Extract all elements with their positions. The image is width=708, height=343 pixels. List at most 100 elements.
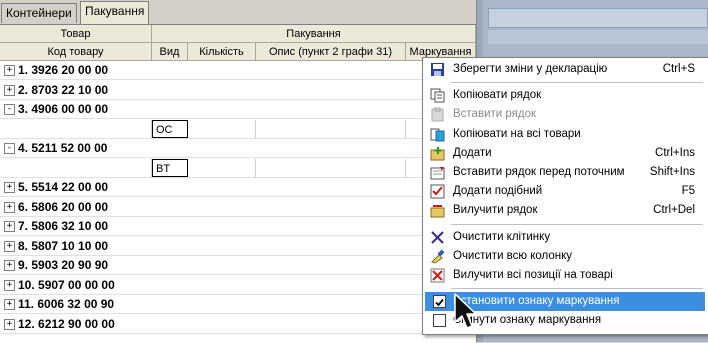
product-code: 6. 5806 20 00 00 xyxy=(18,199,109,214)
table-row[interactable]: +2. 8703 22 10 00 xyxy=(0,81,476,100)
expand-toggle[interactable]: + xyxy=(4,65,15,76)
cell-code[interactable] xyxy=(0,158,152,177)
menu-item-label: Додати xyxy=(453,146,492,159)
product-code: 1. 3926 20 00 00 xyxy=(18,63,109,77)
menu-item-shortcut: Ctrl+Del xyxy=(653,204,695,217)
menu-item-label: Додати подібний xyxy=(453,185,543,198)
column-header-type[interactable]: Вид xyxy=(152,43,188,61)
expand-toggle[interactable]: + xyxy=(4,260,15,271)
table-row[interactable]: -4. 5211 52 00 00 xyxy=(0,139,476,158)
expand-toggle[interactable]: + xyxy=(4,279,15,291)
product-code: 11. 6006 32 00 90 xyxy=(18,297,115,311)
menu-item-label: Вставити рядок перед поточним xyxy=(453,166,625,178)
table-row[interactable]: +8. 5807 10 10 00 xyxy=(0,237,476,256)
product-code: 3. 4906 00 00 00 xyxy=(18,102,109,116)
expand-toggle[interactable]: + xyxy=(4,182,15,193)
paste-icon xyxy=(430,107,445,122)
expand-toggle[interactable]: + xyxy=(4,240,15,252)
product-code: 4. 5211 52 00 00 xyxy=(18,141,108,155)
packaging-subrow[interactable]: BT xyxy=(0,158,476,178)
menu-item-shortcut: Ctrl+Ins xyxy=(655,146,695,159)
column-header-quantity[interactable]: Кількість xyxy=(188,43,256,61)
menu-item-label: Вилучити рядок xyxy=(453,204,538,217)
header-group-packaging: Пакування xyxy=(152,25,476,43)
table-row[interactable]: +10. 5907 00 00 00 xyxy=(0,276,476,295)
menu-item-label: Копіювати рядок xyxy=(453,89,542,102)
table-row[interactable]: +7. 5806 32 10 00 xyxy=(0,217,476,236)
menu-item-label: Вилучити всі позиції на товарі xyxy=(453,269,613,281)
insert-before-icon xyxy=(430,165,445,180)
product-code: 9. 5903 20 90 90 xyxy=(18,258,109,272)
menu-item-remove-all[interactable]: Вилучити всі позиції на товарі xyxy=(425,266,705,285)
clear-cell-icon xyxy=(430,230,445,245)
checkbox-empty-icon xyxy=(433,314,446,328)
checkbox-checked-icon xyxy=(433,295,446,309)
menu-separator xyxy=(451,288,703,290)
clear-column-icon xyxy=(430,249,445,264)
menu-item-paste[interactable]: Вставити рядок xyxy=(425,105,705,124)
product-code: 10. 5907 00 00 00 xyxy=(18,277,115,292)
table-row[interactable]: +11. 6006 32 00 90 xyxy=(0,295,476,314)
background-toolbar-secondary xyxy=(488,30,708,44)
menu-item-delete-row[interactable]: Вилучити рядок Ctrl+Del xyxy=(425,201,705,220)
cell-code[interactable] xyxy=(0,119,152,138)
product-code: 2. 8703 22 10 00 xyxy=(18,82,109,97)
copy-icon xyxy=(430,88,445,103)
copy-all-icon xyxy=(430,127,445,142)
menu-item-clear-cell[interactable]: Очистити клітинку xyxy=(425,228,705,247)
menu-item-label: Очистити клітинку xyxy=(453,230,551,243)
menu-item-add[interactable]: Додати Ctrl+Ins xyxy=(425,144,705,163)
tab-packaging[interactable]: Пакування xyxy=(80,1,150,24)
menu-item-shortcut: Shift+Ins xyxy=(649,166,695,178)
menu-item-label: Вставити рядок xyxy=(453,108,537,121)
table-row[interactable]: -3. 4906 00 00 00 xyxy=(0,100,476,119)
cell-quantity[interactable] xyxy=(188,119,256,138)
menu-item-label: Копіювати на всі товари xyxy=(453,127,581,140)
expand-toggle[interactable]: + xyxy=(4,221,15,232)
product-code: 8. 5807 10 10 00 xyxy=(18,238,109,253)
menu-item-shortcut: Ctrl+S xyxy=(662,63,695,75)
expand-toggle[interactable]: + xyxy=(4,318,15,330)
expand-toggle[interactable]: + xyxy=(4,299,15,310)
tab-containers[interactable]: Контейнери xyxy=(1,3,77,23)
column-header-description[interactable]: Опис (пункт 2 графи 31) xyxy=(256,43,406,61)
menu-item-label: Зберегти зміни у декларацію xyxy=(453,63,608,75)
menu-item-save[interactable]: Зберегти зміни у декларацію Ctrl+S xyxy=(425,60,705,79)
collapse-toggle[interactable]: - xyxy=(4,143,15,154)
table-row[interactable]: +9. 5903 20 90 90 xyxy=(0,256,476,275)
expand-toggle[interactable]: + xyxy=(4,84,15,96)
packaging-subrow[interactable]: OC xyxy=(0,119,476,139)
menu-separator xyxy=(451,82,703,84)
menu-item-add-similar[interactable]: Додати подібний F5 xyxy=(425,182,705,201)
table-row[interactable]: +5. 5514 22 00 00 xyxy=(0,178,476,197)
table-row[interactable]: +6. 5806 20 00 00 xyxy=(0,198,476,217)
column-header-code[interactable]: Код товару xyxy=(0,43,152,61)
cell-quantity[interactable] xyxy=(188,158,256,177)
cell-description[interactable] xyxy=(256,119,406,138)
delete-row-icon xyxy=(430,203,445,218)
cell-description[interactable] xyxy=(256,158,406,177)
tab-bar: Контейнери Пакування xyxy=(0,0,476,24)
background-toolbar xyxy=(488,8,708,28)
expand-toggle[interactable]: + xyxy=(4,201,15,213)
menu-separator xyxy=(451,223,703,225)
cell-type[interactable]: BT xyxy=(152,158,188,177)
menu-item-clear-column[interactable]: Очистити всю колонку xyxy=(425,247,705,266)
table-row[interactable]: +12. 6212 90 00 00 xyxy=(0,315,476,334)
packaging-panel: Контейнери Пакування Товар Пакування Код… xyxy=(0,0,476,343)
save-icon xyxy=(430,62,445,77)
remove-all-icon xyxy=(430,268,445,283)
product-code: 7. 5806 32 10 00 xyxy=(18,219,109,233)
collapse-toggle[interactable]: - xyxy=(4,104,15,115)
menu-item-label: Очистити всю колонку xyxy=(453,249,573,262)
mouse-pointer-icon xyxy=(454,293,477,329)
header-group-goods: Товар xyxy=(0,25,152,43)
cell-type[interactable]: OC xyxy=(152,119,188,138)
table-row[interactable]: +1. 3926 20 00 00 xyxy=(0,61,476,80)
menu-item-insert-before[interactable]: Вставити рядок перед поточним Shift+Ins xyxy=(425,163,705,182)
menu-item-copy-all[interactable]: Копіювати на всі товари xyxy=(425,125,705,144)
product-code: 5. 5514 22 00 00 xyxy=(18,180,109,194)
packaging-grid: Товар Пакування Код товару Вид Кількість… xyxy=(0,24,476,343)
menu-item-copy[interactable]: Копіювати рядок xyxy=(425,86,705,105)
add-similar-icon xyxy=(430,184,445,199)
